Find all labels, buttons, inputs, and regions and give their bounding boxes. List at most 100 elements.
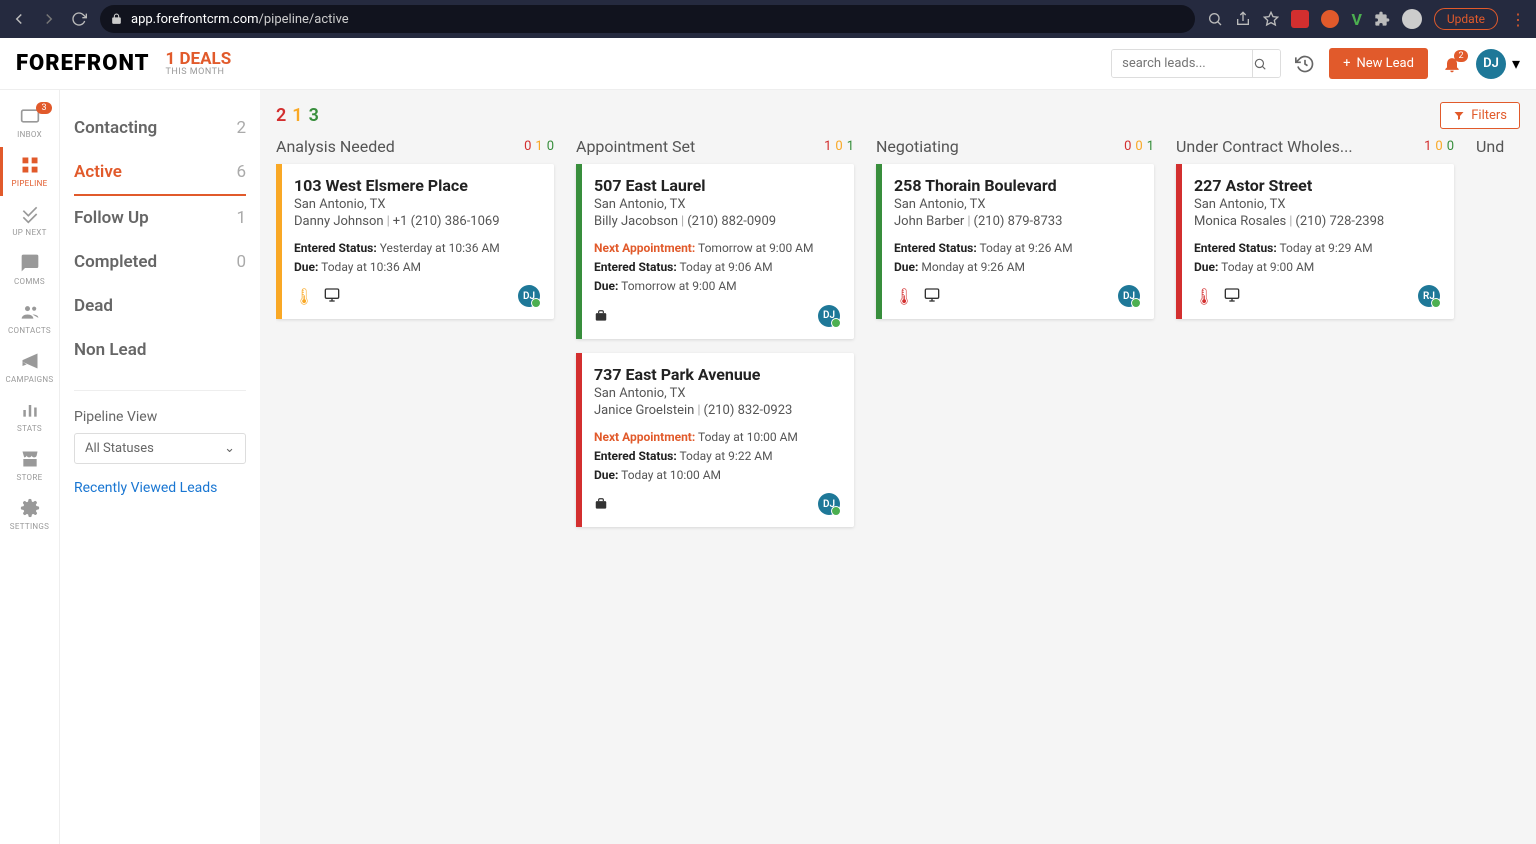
filter-contacting[interactable]: Contacting2 [74,106,246,150]
menu-icon[interactable]: ⋮ [1510,10,1526,29]
nav-campaigns[interactable]: CAMPAIGNS [0,343,60,392]
reload-icon[interactable] [70,10,88,28]
notifications-button[interactable]: 2 [1442,54,1462,74]
column-title: Under Contract Wholes... [1176,137,1353,156]
upnext-icon [20,204,40,224]
filter-count: 0 [236,252,246,272]
nav-label: SETTINGS [10,522,49,531]
nav-contacts[interactable]: CONTACTS [0,294,60,343]
assignee-avatar: DJ [1118,285,1140,307]
summary-counts: 213 [276,105,319,126]
user-avatar: DJ [1476,49,1506,79]
assignee-avatar: DJ [818,305,840,327]
card-meta: Next Appointment: Today at 10:00 AMEnter… [594,428,840,486]
browser-chrome: app.forefrontcrm.com/pipeline/active V U… [0,0,1536,38]
lead-card[interactable]: 227 Astor Street San Antonio, TX Monica … [1176,164,1454,319]
new-lead-button[interactable]: +New Lead [1329,48,1428,79]
card-title: 507 East Laurel [594,176,840,195]
filter-active[interactable]: Active6 [74,150,246,196]
nav-label: COMMS [14,277,45,286]
app-logo: FOREFRONT [16,51,149,76]
nav-upnext[interactable]: UP NEXT [0,196,60,245]
filter-non-lead[interactable]: Non Lead [74,328,246,372]
history-icon[interactable] [1295,54,1315,74]
nav-store[interactable]: STORE [0,441,60,490]
lead-card[interactable]: 737 East Park Avenuue San Antonio, TX Ja… [576,353,854,528]
card-contact: Janice Groelstein|(210) 832-0923 [594,403,840,418]
nav-comms[interactable]: COMMS [0,245,60,294]
nav-label: PIPELINE [12,179,48,188]
user-menu[interactable]: DJ ▾ [1476,49,1520,79]
recently-viewed-link[interactable]: Recently Viewed Leads [74,480,246,496]
nav-settings[interactable]: SETTINGS [0,490,60,539]
settings-icon [20,498,40,518]
card-meta: Next Appointment: Tomorrow at 9:00 AMEnt… [594,239,840,297]
nav-pipeline[interactable]: PIPELINE [0,147,60,196]
filter-label: Completed [74,252,157,272]
status-stripe [876,164,882,319]
lead-card[interactable]: 507 East Laurel San Antonio, TX Billy Ja… [576,164,854,339]
desktop-icon [324,287,340,306]
pipeline-column: Und [1476,137,1520,541]
pipeline-column: Analysis Needed0 1 0 103 West Elsmere Pl… [276,137,554,541]
extension-icon[interactable] [1291,10,1309,28]
deals-month: 1 DEALS THIS MONTH [165,51,231,77]
zoom-icon[interactable] [1207,11,1223,27]
card-contact: John Barber|(210) 879-8733 [894,214,1140,229]
search-input[interactable] [1112,50,1252,77]
status-stripe [576,164,582,339]
star-icon[interactable] [1263,11,1279,27]
assignee-avatar: DJ [818,493,840,515]
filters-button[interactable]: Filters [1440,102,1520,129]
card-contact: Billy Jacobson|(210) 882-0909 [594,214,840,229]
assignee-avatar: DJ [518,285,540,307]
briefcase-icon [594,309,608,323]
extension-icon[interactable] [1321,10,1339,28]
nav-label: STORE [17,473,43,482]
nav-label: UP NEXT [12,228,46,237]
back-icon[interactable] [10,10,28,28]
filter-label: Non Lead [74,340,146,360]
contacts-icon [20,302,40,322]
forward-icon[interactable] [40,10,58,28]
briefcase-icon [594,497,608,511]
filter-count: 6 [236,162,246,182]
pipeline-column: Appointment Set1 0 1 507 East Laurel San… [576,137,854,541]
search-button[interactable] [1252,50,1280,77]
nav-inbox[interactable]: INBOX3 [0,98,60,147]
nav-stats[interactable]: STATS [0,392,60,441]
desktop-icon [1224,287,1240,306]
filter-follow-up[interactable]: Follow Up1 [74,196,246,240]
puzzle-icon[interactable] [1374,11,1390,27]
temperature-icon: 🌡 [1194,287,1214,306]
filter-label: Contacting [74,118,157,138]
filter-completed[interactable]: Completed 0 [74,240,246,284]
status-stripe [576,353,582,528]
pipeline-icon [20,155,40,175]
status-select[interactable]: All Statuses⌄ [74,433,246,464]
pipeline-view-label: Pipeline View [74,409,246,425]
card-meta: Entered Status: Today at 9:29 AMDue: Tod… [1194,239,1440,277]
filter-count: 1 [236,208,246,228]
lead-card[interactable]: 258 Thorain Boulevard San Antonio, TX Jo… [876,164,1154,319]
filter-dead[interactable]: Dead [74,284,246,328]
plus-icon: + [1343,56,1350,71]
profile-avatar[interactable] [1402,9,1422,29]
lead-card[interactable]: 103 West Elsmere Place San Antonio, TX D… [276,164,554,319]
desktop-icon [924,287,940,306]
temperature-icon: 🌡 [894,287,914,306]
column-title: Negotiating [876,137,959,156]
extension-icon[interactable]: V [1351,10,1361,29]
status-stripe [1176,164,1182,319]
chevron-down-icon: ⌄ [224,441,235,456]
card-location: San Antonio, TX [594,386,840,401]
column-counts: 1 0 1 [824,139,854,154]
column-title: Analysis Needed [276,137,395,156]
update-button[interactable]: Update [1434,8,1498,30]
card-contact: Danny Johnson|+1 (210) 386-1069 [294,214,540,229]
card-location: San Antonio, TX [1194,197,1440,212]
share-icon[interactable] [1235,11,1251,27]
url-bar[interactable]: app.forefrontcrm.com/pipeline/active [100,5,1195,33]
status-stripe [276,164,282,319]
filter-label: Dead [74,296,113,316]
